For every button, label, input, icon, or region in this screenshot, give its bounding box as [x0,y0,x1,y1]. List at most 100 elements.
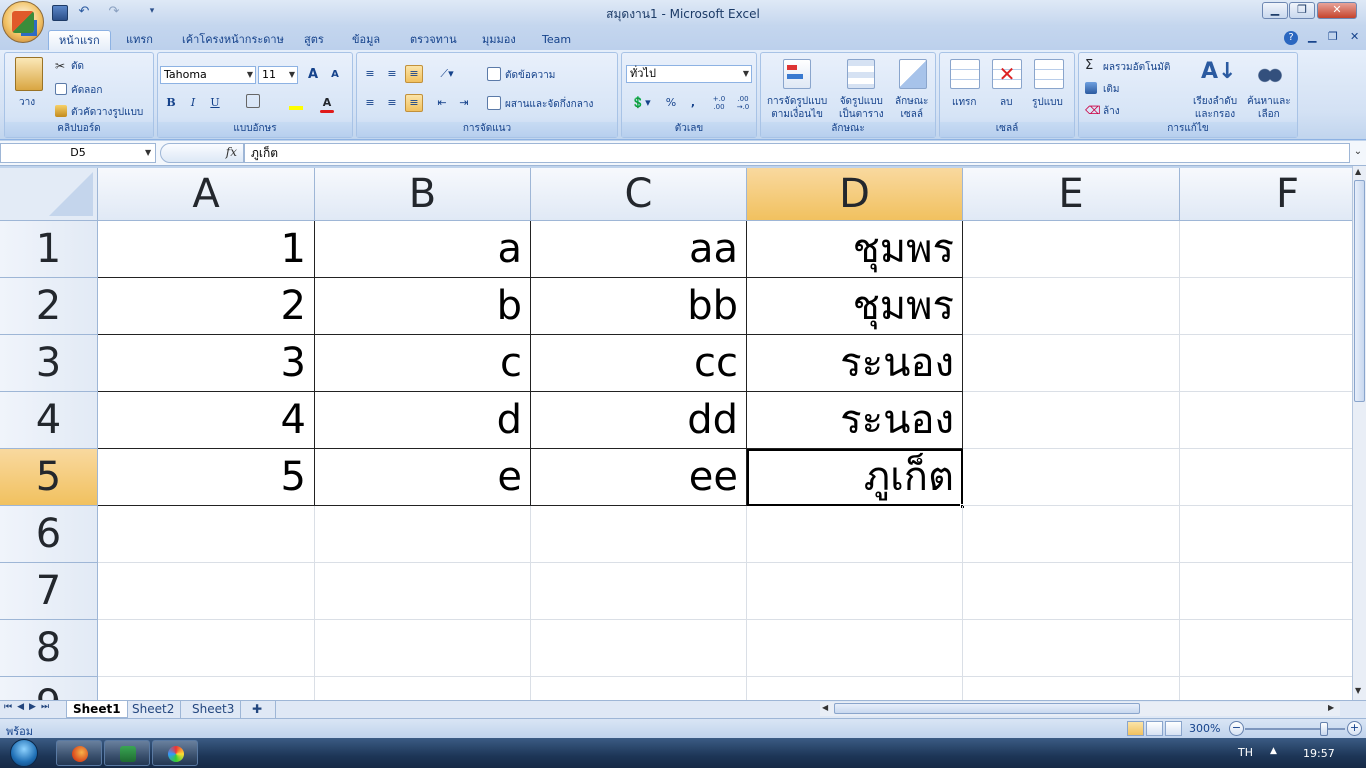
autosum-button[interactable]: ผลรวมอัตโนมัติ [1103,60,1170,75]
row-header-2[interactable]: 2 [0,278,98,335]
taskbar-excel[interactable] [104,740,150,766]
font-size-select[interactable]: 11 ▼ [258,66,298,84]
restore-button[interactable]: ❐ [1289,2,1315,19]
align-right-icon[interactable]: ≡ [405,94,423,112]
cell-d2[interactable]: ชุมพร [747,278,963,335]
taskbar-clock[interactable]: 19:57 [1303,747,1335,760]
cell-a2[interactable]: 2 [98,278,315,335]
cell-empty[interactable] [963,392,1180,449]
worksheet-grid[interactable]: A B C D E F 1 2 3 4 5 6 7 8 9 1 a aa ชุม… [0,168,1352,700]
cell-empty[interactable] [747,620,963,677]
zoom-level[interactable]: 300% [1189,722,1220,735]
scroll-right-icon[interactable]: ▶ [1328,703,1334,712]
cell-empty[interactable] [747,677,963,700]
cell-empty[interactable] [315,677,531,700]
row-header-5[interactable]: 5 [0,449,98,506]
cell-empty[interactable] [963,677,1180,700]
cell-empty[interactable] [1180,449,1352,506]
cell-empty[interactable] [963,506,1180,563]
align-bottom-icon[interactable]: ≡ [405,65,423,83]
zoom-slider[interactable] [1245,728,1345,730]
language-indicator[interactable]: TH [1238,746,1253,759]
tab-review[interactable]: ตรวจทาน [400,30,467,50]
shrink-font-button[interactable]: A [326,66,344,84]
borders-icon[interactable] [246,94,260,108]
zoom-out-button[interactable]: − [1229,721,1244,736]
vertical-scrollbar[interactable]: ▲ ▼ [1352,166,1366,700]
insert-sheet-icon[interactable]: ✚ [246,701,276,718]
column-header-d[interactable]: D [747,168,963,221]
cell-empty[interactable] [1180,506,1352,563]
insert-function-button[interactable]: fx [160,143,244,163]
cell-empty[interactable] [1180,677,1352,700]
cell-c1[interactable]: aa [531,221,747,278]
decrease-indent-icon[interactable]: ⇤ [433,94,451,112]
redo-icon[interactable]: ↷ [104,5,124,21]
conditional-format-button[interactable]: การจัดรูปแบบ ตามเงื่อนไข [767,95,827,121]
row-header-1[interactable]: 1 [0,221,98,278]
cell-empty[interactable] [963,449,1180,506]
workbook-restore-icon[interactable]: ❐ [1328,30,1338,43]
clear-button[interactable]: ล้าง [1103,104,1120,119]
cell-d1[interactable]: ชุมพร [747,221,963,278]
cell-a5[interactable]: 5 [98,449,315,506]
cell-empty[interactable] [1180,392,1352,449]
scroll-up-icon[interactable]: ▲ [1355,167,1361,176]
cell-empty[interactable] [315,620,531,677]
row-header-8[interactable]: 8 [0,620,98,677]
cell-empty[interactable] [98,563,315,620]
vertical-scroll-thumb[interactable] [1354,180,1365,402]
undo-icon[interactable]: ↶ [74,5,94,21]
cell-empty[interactable] [963,563,1180,620]
grow-font-button[interactable]: A [304,66,322,84]
cell-empty[interactable] [1180,620,1352,677]
help-icon[interactable]: ? [1284,31,1298,45]
number-format-select[interactable]: ทั่วไป ▼ [626,65,752,83]
cell-c4[interactable]: dd [531,392,747,449]
insert-cells-button[interactable]: แทรก [952,95,976,110]
cell-empty[interactable] [315,506,531,563]
sheet-tab-sheet2[interactable]: Sheet2 [126,701,182,718]
sheet-tab-sheet1[interactable]: Sheet1 [66,701,128,718]
format-painter-button[interactable]: ตัวคัดวางรูปแบบ [71,105,143,120]
font-name-select[interactable]: Tahoma ▼ [160,66,256,84]
paste-icon[interactable] [15,57,43,91]
scroll-left-icon[interactable]: ◀ [822,703,828,712]
cell-styles-button[interactable]: ลักษณะ เซลล์ [895,95,928,121]
cell-b3[interactable]: c [315,335,531,392]
tab-page-layout[interactable]: เค้าโครงหน้ากระดาษ [172,30,294,50]
row-header-6[interactable]: 6 [0,506,98,563]
cell-empty[interactable] [315,563,531,620]
cell-c2[interactable]: bb [531,278,747,335]
delete-cells-button[interactable]: ลบ [1000,95,1012,110]
increase-indent-icon[interactable]: ⇥ [455,94,473,112]
column-header-c[interactable]: C [531,168,747,221]
cell-a4[interactable]: 4 [98,392,315,449]
cell-empty[interactable] [1180,563,1352,620]
cell-empty[interactable] [98,506,315,563]
cell-empty[interactable] [98,677,315,700]
format-table-button[interactable]: จัดรูปแบบ เป็นตาราง [839,95,884,121]
bold-button[interactable]: B [162,94,180,112]
tab-home[interactable]: หน้าแรก [48,30,111,50]
normal-view-icon[interactable] [1127,721,1144,736]
cell-b5[interactable]: e [315,449,531,506]
row-header-3[interactable]: 3 [0,335,98,392]
cell-empty[interactable] [747,563,963,620]
align-top-icon[interactable]: ≡ [361,65,379,83]
select-all-corner[interactable] [0,168,98,221]
page-layout-view-icon[interactable] [1146,721,1163,736]
cell-b2[interactable]: b [315,278,531,335]
cell-empty[interactable] [963,221,1180,278]
orientation-icon[interactable]: ⟋▾ [433,65,461,83]
tab-formulas[interactable]: สูตร [294,30,334,50]
find-select-button[interactable]: ค้นหาและ เลือก [1247,95,1291,121]
zoom-in-button[interactable]: + [1347,721,1362,736]
decrease-decimal-button[interactable]: .00 →.0 [732,94,754,112]
page-break-view-icon[interactable] [1165,721,1182,736]
cell-empty[interactable] [747,506,963,563]
sheet-tab-sheet3[interactable]: Sheet3 [186,701,242,718]
cell-empty[interactable] [98,620,315,677]
column-header-f[interactable]: F [1180,168,1352,221]
align-center-icon[interactable]: ≡ [383,94,401,112]
